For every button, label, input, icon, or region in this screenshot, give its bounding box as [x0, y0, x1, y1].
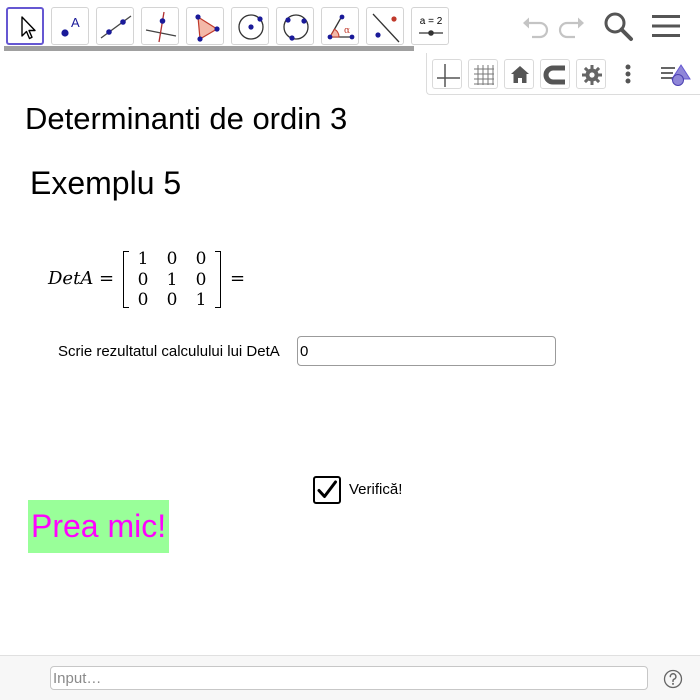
point-icon: A [61, 15, 80, 37]
matrix-cell: 0 [166, 249, 178, 269]
perpendicular-line-icon [145, 11, 177, 43]
verify-checkbox[interactable] [313, 476, 341, 504]
perpendicular-line-tool-button[interactable] [141, 7, 179, 45]
circle-three-points-icon [283, 14, 309, 41]
arrow-cursor-icon [21, 16, 36, 40]
move-tool-button[interactable] [6, 7, 44, 45]
formula-rhs-equals: = [230, 268, 246, 289]
feedback-message: Prea mic! [28, 500, 169, 553]
reflect-line-icon [372, 13, 400, 43]
example-subtitle: Exemplu 5 [30, 165, 182, 201]
determinant-formula: DetA = 1 0 0 0 1 0 0 0 1 = [46, 249, 256, 311]
toolbar: A α a = 2 [0, 0, 700, 52]
search-button[interactable] [601, 9, 635, 43]
formula-lhs: DetA = [48, 268, 115, 289]
matrix-right-bracket [215, 251, 221, 308]
gear-icon [582, 65, 602, 85]
matrix-cell: 0 [166, 290, 178, 310]
matrix-cell: 0 [137, 290, 149, 310]
answer-input[interactable] [297, 336, 556, 366]
slider-tool-label: a = 2 [420, 16, 443, 27]
point-tool-letter: A [71, 15, 80, 30]
home-icon [511, 66, 529, 83]
line-tool-button[interactable] [96, 7, 134, 45]
matrix-cell: 0 [195, 249, 207, 269]
menu-icon [652, 15, 680, 37]
point-capturing-button[interactable] [540, 59, 570, 89]
standard-view-button[interactable] [504, 59, 534, 89]
point-tool-button[interactable]: A [51, 7, 89, 45]
circle-three-points-tool-button[interactable] [276, 7, 314, 45]
checkmark-icon [317, 480, 337, 498]
graphics-settings-button[interactable] [576, 59, 606, 89]
search-icon [604, 12, 633, 41]
angle-tool-button[interactable]: α [321, 7, 359, 45]
algebra-input-bar [0, 655, 700, 700]
redo-icon [558, 17, 584, 39]
angle-icon: α [327, 14, 355, 40]
grid-icon [474, 65, 494, 85]
help-icon [663, 669, 683, 689]
slider-tool-button[interactable]: a = 2 [411, 7, 449, 45]
magnet-icon [543, 65, 565, 85]
matrix-left-bracket [123, 251, 129, 308]
circle-center-point-tool-button[interactable] [231, 7, 269, 45]
toggle-axes-button[interactable] [432, 59, 462, 89]
main-menu-button[interactable] [649, 9, 683, 43]
toggle-grid-button[interactable] [468, 59, 498, 89]
circle-center-point-icon [238, 14, 264, 40]
axes-icon [437, 64, 460, 87]
matrix-cell: 0 [195, 270, 207, 290]
polygon-tool-button[interactable] [186, 7, 224, 45]
style-bar-toggle-button[interactable] [659, 59, 691, 89]
graphics-style-bar [426, 53, 700, 95]
style-bar-toggle-icon [661, 64, 691, 86]
polygon-icon [195, 14, 220, 42]
redo-button[interactable] [555, 9, 589, 43]
angle-tool-letter: α [344, 26, 350, 36]
more-options-button[interactable] [613, 59, 643, 89]
input-help-button[interactable] [663, 669, 683, 689]
toolbar-scroll-track[interactable] [4, 46, 414, 51]
matrix-cell: 1 [137, 249, 149, 269]
line-through-points-icon [100, 15, 132, 39]
more-vert-icon [625, 64, 631, 84]
algebra-input-field[interactable] [50, 666, 648, 690]
reflect-about-line-tool-button[interactable] [366, 7, 404, 45]
matrix-cell: 1 [166, 270, 178, 290]
page-title: Determinanti de ordin 3 [25, 101, 348, 136]
undo-icon [523, 17, 549, 39]
undo-button[interactable] [518, 9, 552, 43]
verify-checkbox-label[interactable]: Verifică! [349, 481, 402, 499]
matrix-cell: 0 [137, 270, 149, 290]
slider-icon: a = 2 [419, 16, 443, 36]
matrix-cell: 1 [195, 290, 207, 310]
answer-prompt-label: Scrie rezultatul calculului lui DetA [58, 343, 280, 360]
